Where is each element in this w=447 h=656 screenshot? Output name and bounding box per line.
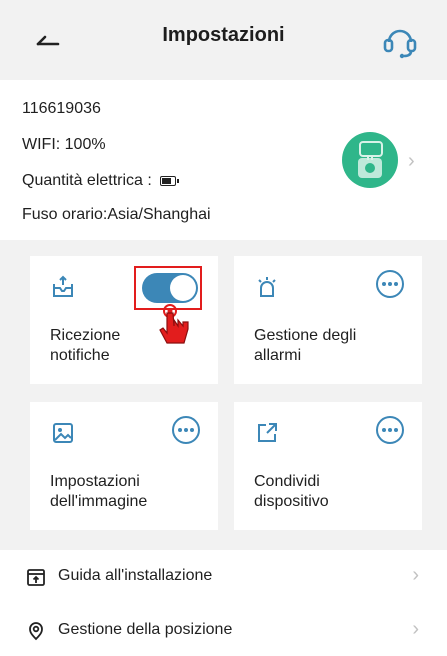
- share-label-line2: dispositivo: [254, 493, 329, 510]
- image-icon: [53, 423, 73, 443]
- wifi-strength: WIFI: 100%: [22, 136, 106, 153]
- alarms-more-button[interactable]: [376, 270, 404, 298]
- location-icon: [29, 622, 43, 641]
- camera-avatar[interactable]: [342, 132, 398, 188]
- toggle-knob: [170, 275, 196, 301]
- share-device-card[interactable]: Condividi dispositivo: [234, 402, 422, 530]
- notifications-label-line2: notifiche: [50, 347, 110, 364]
- battery-label: Quantità elettrica :: [22, 172, 152, 189]
- camera-icon: [358, 141, 383, 178]
- device-id: 116619036: [22, 100, 101, 117]
- notifications-toggle[interactable]: [142, 273, 198, 303]
- install-guide-label: Guida all'installazione: [58, 567, 213, 584]
- image-label: Impostazioni dell'immagine: [50, 472, 147, 512]
- pointer-hand-icon: [159, 304, 189, 344]
- install-guide-icon: [27, 569, 45, 586]
- battery-row: Quantità elettrica :: [22, 172, 180, 190]
- timezone: Fuso orario:Asia/Shanghai: [22, 206, 211, 223]
- alarm-bell-icon: [258, 277, 276, 297]
- notification-inbox-icon: [53, 275, 73, 297]
- image-label-line2: dell'immagine: [50, 493, 148, 510]
- location-chevron-icon: ›: [412, 618, 419, 640]
- share-label: Condividi dispositivo: [254, 472, 329, 512]
- support-button[interactable]: [380, 22, 420, 60]
- location-label: Gestione della posizione: [58, 621, 233, 638]
- install-guide-chevron-icon: ›: [412, 564, 419, 586]
- share-icon: [258, 423, 277, 442]
- image-label-line1: Impostazioni: [50, 473, 140, 490]
- notifications-label: Ricezione notifiche: [50, 326, 120, 366]
- install-guide-row[interactable]: Guida all'installazione ›: [0, 550, 447, 604]
- alarms-label: Gestione degli allarmi: [254, 326, 356, 366]
- share-label-line1: Condividi: [254, 473, 320, 490]
- location-row[interactable]: Gestione della posizione ›: [0, 604, 447, 656]
- alarms-card[interactable]: Gestione degli allarmi: [234, 256, 422, 384]
- share-more-button[interactable]: [376, 416, 404, 444]
- battery-icon: [160, 175, 180, 186]
- alarms-label-line1: Gestione degli: [254, 327, 357, 344]
- notifications-label-line1: Ricezione: [50, 327, 121, 344]
- device-chevron-icon: ›: [408, 150, 415, 172]
- alarms-label-line2: allarmi: [254, 347, 302, 364]
- image-settings-card[interactable]: Impostazioni dell'immagine: [30, 402, 218, 530]
- header: Impostazioni: [0, 0, 447, 76]
- headset-icon: [383, 29, 417, 59]
- image-more-button[interactable]: [172, 416, 200, 444]
